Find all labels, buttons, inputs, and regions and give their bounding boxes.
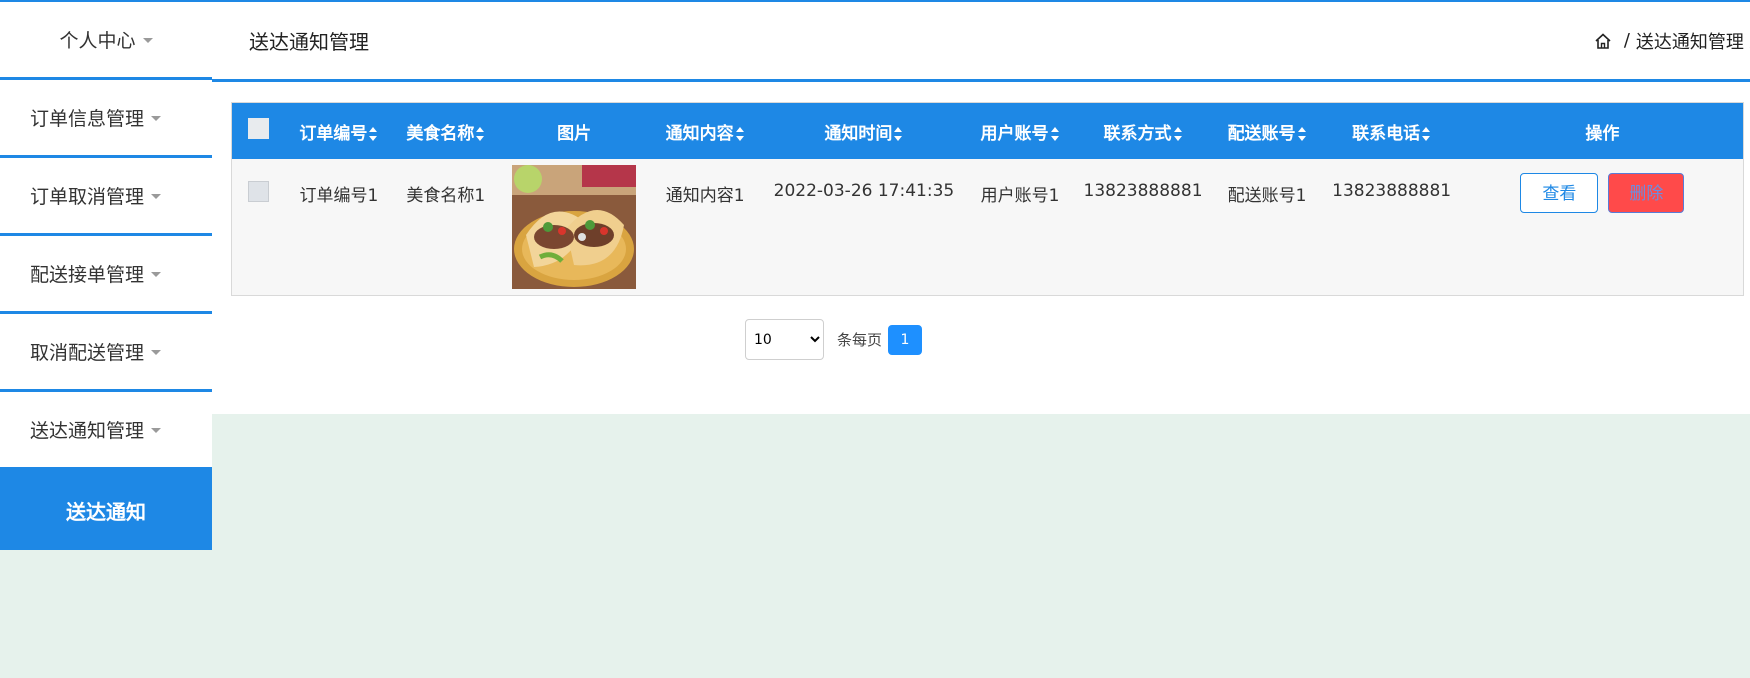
- col-header-label: 订单编号: [299, 123, 368, 144]
- sidebar-header-personal-center[interactable]: 个人中心: [0, 2, 212, 80]
- sidebar-subitem-delivery-notice[interactable]: 送达通知: [0, 470, 212, 550]
- table-header-row: 订单编号 美食名称 图片 通知内容 通知时间 用户账号 联系方式 配送账号 联系…: [232, 103, 1743, 159]
- cell-actions: 查看 删除: [1462, 159, 1743, 295]
- sidebar-item-label: 送达通知管理: [30, 420, 145, 442]
- col-header-label: 操作: [1585, 123, 1620, 144]
- sidebar-item-order-info[interactable]: 订单信息管理: [0, 80, 212, 158]
- sidebar-item-label: 取消配送管理: [30, 342, 145, 364]
- row-checkbox[interactable]: [248, 181, 270, 202]
- caret-down-icon: [151, 116, 162, 121]
- cell-content: 通知内容1: [665, 186, 745, 206]
- sort-icon[interactable]: [1422, 126, 1431, 141]
- caret-down-icon: [151, 194, 162, 199]
- cell-delivery-account: 配送账号1: [1227, 186, 1307, 206]
- data-table: 订单编号 美食名称 图片 通知内容 通知时间 用户账号 联系方式 配送账号 联系…: [231, 102, 1744, 296]
- col-header-label: 配送账号: [1227, 123, 1296, 144]
- cell-contact: 13823888881: [1083, 181, 1203, 201]
- select-all-checkbox[interactable]: [248, 118, 270, 139]
- col-header-label: 美食名称: [406, 123, 475, 144]
- cell-user-account: 用户账号1: [980, 186, 1060, 206]
- main-panel: 送达通知管理 / 送达通知管理 / 订单编号 美食名称: [212, 2, 1750, 414]
- cell-order-no: 订单编号1: [299, 186, 379, 206]
- sort-icon[interactable]: [894, 126, 903, 141]
- home-icon[interactable]: [1594, 32, 1612, 50]
- select-all-cell: [232, 103, 285, 159]
- caret-down-icon: [151, 350, 162, 355]
- table-row: 订单编号1 美食名称1 通知内容1 2022-03-26 17:41:35 用户…: [232, 159, 1743, 295]
- cell-image: [499, 159, 649, 295]
- col-header-user-account[interactable]: 用户账号: [967, 103, 1074, 159]
- col-header-label: 通知时间: [824, 123, 893, 144]
- sort-icon[interactable]: [369, 126, 378, 141]
- sidebar-header-label: 个人中心: [59, 30, 136, 52]
- breadcrumb: / 送达通知管理 /: [1594, 28, 1750, 54]
- view-button[interactable]: 查看: [1520, 173, 1599, 213]
- col-header-label: 联系电话: [1352, 123, 1421, 144]
- page-size-select[interactable]: 10: [745, 319, 824, 360]
- sort-icon[interactable]: [1297, 126, 1307, 141]
- col-header-contact[interactable]: 联系方式: [1074, 103, 1213, 159]
- sidebar-item-delivery-accept[interactable]: 配送接单管理: [0, 236, 212, 314]
- per-page-label: 条每页: [837, 331, 883, 349]
- col-header-actions: 操作: [1462, 103, 1743, 159]
- sidebar-item-label: 订单取消管理: [30, 186, 145, 208]
- caret-down-icon: [151, 272, 162, 277]
- breadcrumb-separator: /: [1623, 30, 1630, 51]
- caret-down-icon: [151, 428, 162, 433]
- col-header-label: 联系方式: [1103, 123, 1172, 144]
- sidebar-subitem-label: 送达通知: [66, 499, 146, 524]
- sidebar-item-label: 订单信息管理: [30, 108, 145, 130]
- sidebar-item-label: 配送接单管理: [30, 264, 145, 286]
- col-header-label: 图片: [557, 123, 592, 144]
- sidebar-item-order-cancel[interactable]: 订单取消管理: [0, 158, 212, 236]
- caret-down-icon: [142, 38, 153, 43]
- row-select-cell: [232, 159, 285, 295]
- sidebar: 个人中心 订单信息管理 订单取消管理 配送接单管理 取消配送管理 送达通知管理 …: [0, 2, 212, 550]
- col-header-food-name[interactable]: 美食名称: [392, 103, 499, 159]
- sort-icon[interactable]: [1050, 126, 1060, 141]
- sidebar-item-delivery-notice[interactable]: 送达通知管理: [0, 392, 212, 470]
- col-header-phone[interactable]: 联系电话: [1322, 103, 1462, 159]
- pagination: 10 条每页 1: [745, 319, 923, 360]
- cell-food-name: 美食名称1: [406, 186, 486, 206]
- col-header-delivery-account[interactable]: 配送账号: [1213, 103, 1322, 159]
- col-header-image: 图片: [499, 103, 649, 159]
- food-image[interactable]: [512, 165, 637, 289]
- sort-icon[interactable]: [476, 126, 485, 141]
- sidebar-item-cancel-delivery[interactable]: 取消配送管理: [0, 314, 212, 392]
- cell-time: 2022-03-26 17:41:35: [773, 181, 955, 201]
- col-header-label: 通知内容: [665, 123, 734, 144]
- cell-phone: 13823888881: [1332, 181, 1452, 201]
- main-header: 送达通知管理 / 送达通知管理 /: [212, 2, 1750, 82]
- page-number-button[interactable]: 1: [888, 324, 923, 355]
- page-title: 送达通知管理: [249, 30, 369, 54]
- sort-icon[interactable]: [735, 126, 745, 141]
- sort-icon[interactable]: [1173, 126, 1183, 141]
- col-header-content[interactable]: 通知内容: [649, 103, 761, 159]
- delete-button[interactable]: 删除: [1608, 173, 1685, 213]
- col-header-time[interactable]: 通知时间: [761, 103, 966, 159]
- breadcrumb-item[interactable]: 送达通知管理: [1636, 28, 1744, 54]
- col-header-label: 用户账号: [980, 123, 1049, 144]
- col-header-order-no[interactable]: 订单编号: [285, 103, 392, 159]
